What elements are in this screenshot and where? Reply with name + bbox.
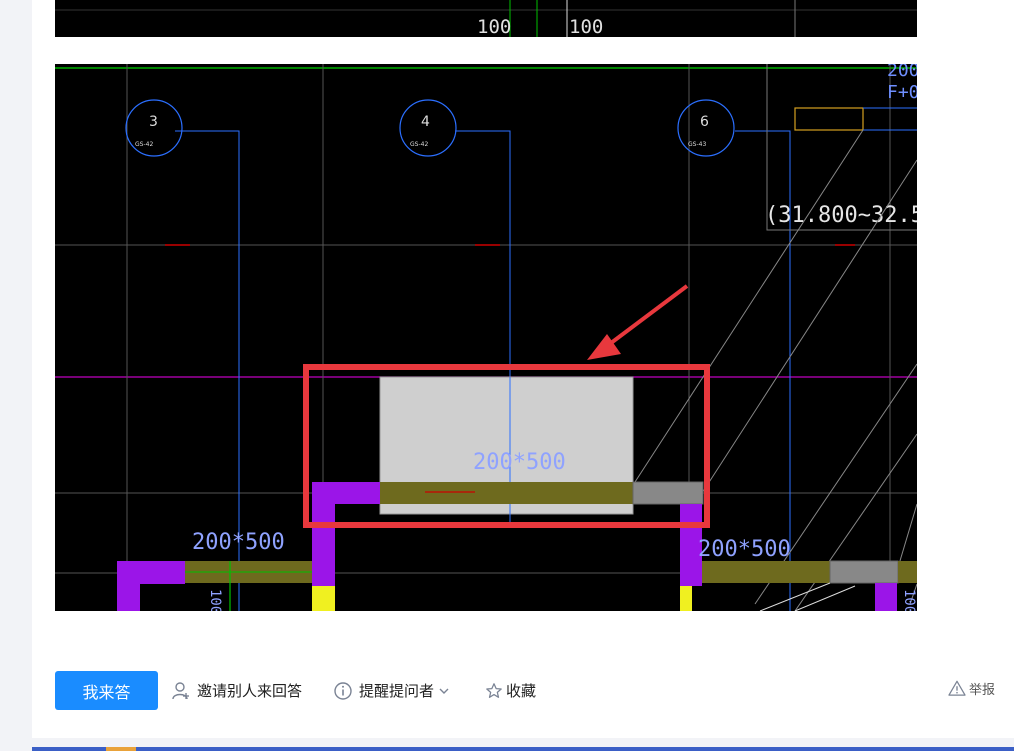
invite-answer-label: 邀请别人来回答 (197, 682, 303, 700)
beam-label-left: 200*500 (192, 530, 285, 555)
elevation-text: (31.800~32.550) (765, 203, 917, 228)
svg-text:6: 6 (700, 114, 709, 130)
corner-text-1: 200 (887, 64, 917, 81)
svg-text:3: 3 (149, 114, 158, 130)
vertical-text-right: 100 (901, 589, 917, 611)
arrow-icon (587, 284, 689, 360)
chevron-down-icon (438, 685, 450, 697)
svg-text:GS-42: GS-42 (135, 141, 153, 148)
cad-drawing-top-image[interactable]: 100 100 (55, 0, 917, 37)
bottom-bar (32, 747, 1014, 751)
report-label: 举报 (968, 682, 995, 698)
beam-label-right: 200*500 (698, 537, 791, 562)
star-icon (485, 682, 503, 700)
corner-text-2: F+0 (887, 82, 917, 103)
favorite-label: 收藏 (506, 682, 537, 700)
axis-bubble-3: 3 GS-42 (125, 99, 183, 157)
dimension-text-right: 100 (569, 16, 603, 37)
vertical-text-left: 100 (207, 589, 223, 611)
svg-text:4: 4 (421, 114, 430, 130)
info-icon (333, 681, 353, 701)
remind-asker-label: 提醒提问者 (359, 682, 435, 700)
cad-drawing-main-image[interactable]: 3 GS-42 4 GS-42 6 GS-43 200 F+0 (31.800~… (55, 64, 917, 611)
favorite-button[interactable]: 收藏 (485, 671, 536, 710)
axis-bubble-6: 6 GS-43 (677, 99, 735, 157)
invite-user-icon (171, 681, 191, 701)
remind-asker-button[interactable]: 提醒提问者 (333, 671, 450, 710)
invite-answer-button[interactable]: 邀请别人来回答 (171, 671, 302, 710)
svg-text:GS-43: GS-43 (688, 141, 706, 148)
svg-text:GS-42: GS-42 (410, 141, 428, 148)
axis-bubble-4: 4 GS-42 (399, 99, 457, 157)
bottom-bar-accent (106, 747, 136, 751)
beam-label-center: 200*500 (473, 450, 566, 475)
report-button[interactable]: 举报 (948, 671, 995, 705)
warning-icon (948, 680, 966, 696)
answer-action-bar: 我来答 邀请别人来回答 提醒提问者 收藏 举报 (55, 671, 1005, 710)
answer-button[interactable]: 我来答 (55, 671, 158, 710)
dimension-text-left: 100 (477, 16, 511, 37)
